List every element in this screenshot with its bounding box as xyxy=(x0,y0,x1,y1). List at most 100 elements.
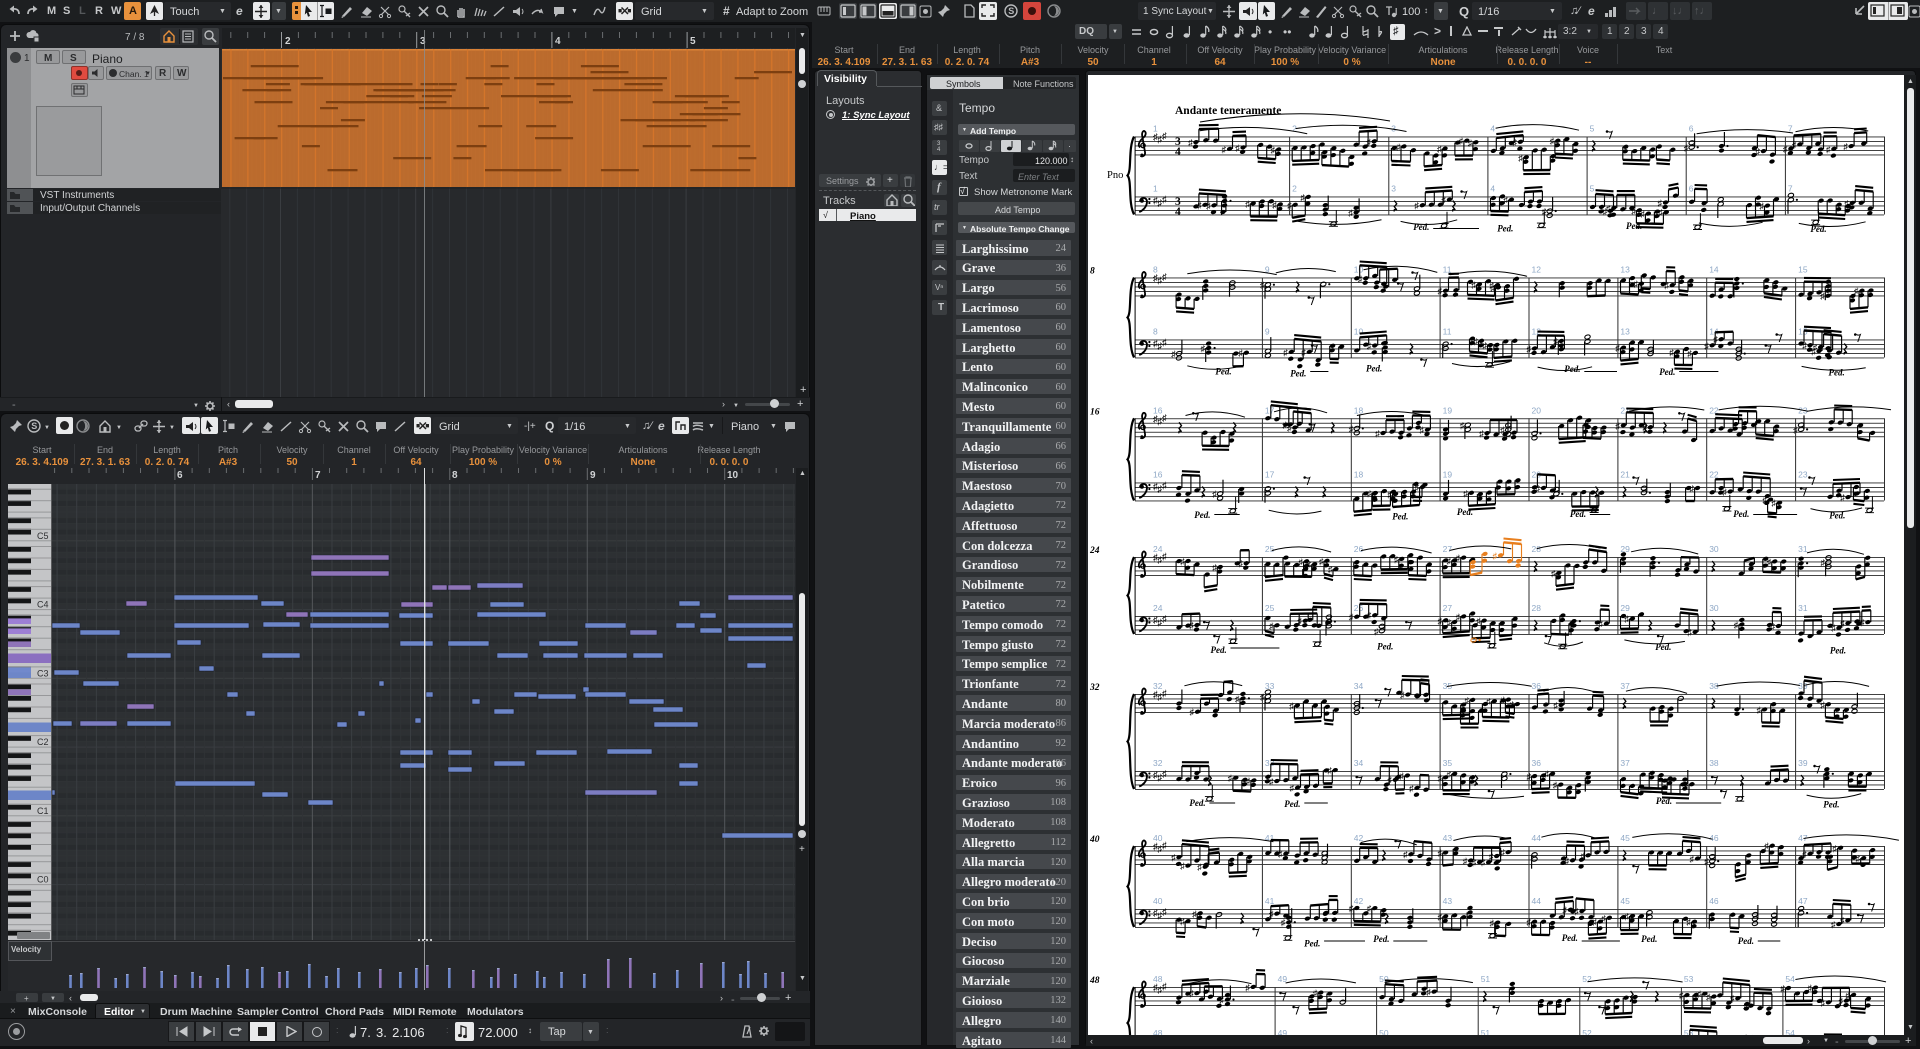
svg-text:Ped.: Ped. xyxy=(1641,934,1657,944)
svg-text:18: 18 xyxy=(1354,470,1364,480)
svg-text:♯: ♯ xyxy=(1180,917,1185,927)
svg-text:♯: ♯ xyxy=(1278,849,1283,859)
svg-text:♯: ♯ xyxy=(1349,904,1354,914)
svg-text:♯: ♯ xyxy=(1290,783,1295,793)
svg-text:♯: ♯ xyxy=(1222,144,1227,154)
svg-text:♯: ♯ xyxy=(1704,341,1709,351)
svg-text:♯: ♯ xyxy=(1272,200,1277,210)
svg-text:11: 11 xyxy=(1443,327,1452,337)
svg-text:♯: ♯ xyxy=(1664,281,1669,291)
svg-text:8: 8 xyxy=(1090,267,1095,277)
svg-text:♯: ♯ xyxy=(1856,854,1861,864)
svg-text:29: 29 xyxy=(1620,603,1630,613)
svg-text:♯: ♯ xyxy=(1743,1001,1748,1011)
svg-text:♯: ♯ xyxy=(1833,843,1838,853)
svg-text:♯: ♯ xyxy=(1840,493,1845,503)
svg-text:♯: ♯ xyxy=(1854,286,1859,296)
svg-text:♯: ♯ xyxy=(1245,199,1250,209)
svg-text:1: 1 xyxy=(1153,184,1158,194)
svg-text:53: 53 xyxy=(1684,974,1694,984)
svg-text:♯: ♯ xyxy=(1481,858,1486,868)
svg-text:♯: ♯ xyxy=(1615,343,1620,353)
svg-text:Ped.: Ped. xyxy=(1823,800,1839,810)
svg-text:♯: ♯ xyxy=(1772,498,1777,508)
svg-text:♯: ♯ xyxy=(1212,563,1217,573)
svg-text:♯: ♯ xyxy=(1565,856,1570,866)
svg-text:C3: C3 xyxy=(37,668,49,678)
svg-text:♯: ♯ xyxy=(1759,201,1764,211)
svg-text:♯: ♯ xyxy=(1553,336,1558,346)
svg-text:♯: ♯ xyxy=(1771,622,1776,632)
svg-text:♯: ♯ xyxy=(1441,195,1446,205)
svg-text:♯: ♯ xyxy=(1374,626,1379,636)
svg-text:46: 46 xyxy=(1709,896,1719,906)
svg-text:24: 24 xyxy=(1153,544,1163,554)
svg-text:♯: ♯ xyxy=(1545,769,1550,779)
svg-text:♯: ♯ xyxy=(1527,344,1532,354)
svg-text:♯: ♯ xyxy=(1438,286,1443,296)
svg-text:49: 49 xyxy=(1278,1028,1288,1035)
svg-text:♯: ♯ xyxy=(1246,776,1251,786)
svg-text:Ped.: Ped. xyxy=(1830,646,1846,656)
svg-text:41: 41 xyxy=(1265,896,1275,906)
svg-text:52: 52 xyxy=(1582,974,1592,984)
svg-text:♯: ♯ xyxy=(1468,138,1473,148)
svg-text:♯: ♯ xyxy=(1527,917,1532,927)
svg-text:16: 16 xyxy=(1153,405,1163,415)
svg-text:♯: ♯ xyxy=(1460,421,1465,431)
svg-text:♯: ♯ xyxy=(1438,912,1443,922)
svg-text:♯: ♯ xyxy=(1456,612,1461,622)
svg-text:♯: ♯ xyxy=(1283,347,1288,357)
svg-text:♯: ♯ xyxy=(1687,627,1692,637)
svg-text:50: 50 xyxy=(1379,1028,1389,1035)
svg-text:♯: ♯ xyxy=(1162,272,1167,283)
svg-text:♯: ♯ xyxy=(1403,850,1408,860)
svg-text:♯: ♯ xyxy=(1763,495,1768,505)
svg-text:♯: ♯ xyxy=(1162,413,1167,424)
svg-text:♯: ♯ xyxy=(1319,556,1324,566)
svg-text:32: 32 xyxy=(1089,683,1100,693)
svg-text:♯: ♯ xyxy=(1489,852,1494,862)
svg-text:7: 7 xyxy=(1788,184,1793,194)
svg-text:S: S xyxy=(1008,6,1014,16)
svg-text:♯: ♯ xyxy=(1463,856,1468,866)
svg-text:♯: ♯ xyxy=(1780,984,1785,994)
svg-text:♯: ♯ xyxy=(1840,619,1845,629)
svg-text:♯: ♯ xyxy=(1704,857,1709,867)
svg-text:46: 46 xyxy=(1709,833,1719,843)
svg-text:4: 4 xyxy=(1175,146,1181,158)
svg-text:43: 43 xyxy=(1443,896,1453,906)
svg-text:Ped.: Ped. xyxy=(1659,367,1675,377)
svg-text:3: 3 xyxy=(1391,184,1396,194)
svg-text:39: 39 xyxy=(1798,681,1808,691)
svg-text:26: 26 xyxy=(1354,544,1364,554)
svg-text:♯: ♯ xyxy=(1690,854,1695,864)
svg-text:♯: ♯ xyxy=(1860,618,1865,628)
svg-text:45: 45 xyxy=(1620,896,1630,906)
svg-text:1: 1 xyxy=(1153,124,1158,134)
svg-text:♯: ♯ xyxy=(1631,206,1636,216)
svg-text:Ped.: Ped. xyxy=(1373,934,1389,944)
svg-text:♯: ♯ xyxy=(1658,198,1663,208)
svg-text:♯: ♯ xyxy=(1162,982,1167,993)
svg-text:C2: C2 xyxy=(37,737,49,747)
svg-text:17: 17 xyxy=(1265,470,1275,480)
svg-text:♯: ♯ xyxy=(1463,488,1468,498)
svg-text:♯: ♯ xyxy=(1802,849,1807,859)
svg-text:♯: ♯ xyxy=(1490,918,1495,928)
svg-text:Ped.: Ped. xyxy=(1829,510,1845,520)
svg-text:C1: C1 xyxy=(37,806,49,816)
svg-text:♯: ♯ xyxy=(1197,200,1202,210)
svg-text:♯: ♯ xyxy=(1802,341,1807,351)
svg-text:40: 40 xyxy=(1089,835,1100,845)
svg-text:13: 13 xyxy=(1620,265,1630,275)
svg-text:♯: ♯ xyxy=(1679,991,1684,1001)
svg-text:14: 14 xyxy=(1709,265,1719,275)
svg-text:48: 48 xyxy=(1089,976,1100,986)
svg-text:♯: ♯ xyxy=(1420,425,1425,435)
svg-text:♯: ♯ xyxy=(1500,425,1505,435)
svg-text:Ped.: Ped. xyxy=(1829,367,1845,377)
svg-text:Ped.: Ped. xyxy=(1392,512,1408,522)
svg-text:24: 24 xyxy=(1089,546,1100,556)
svg-text:♯: ♯ xyxy=(1476,616,1481,626)
